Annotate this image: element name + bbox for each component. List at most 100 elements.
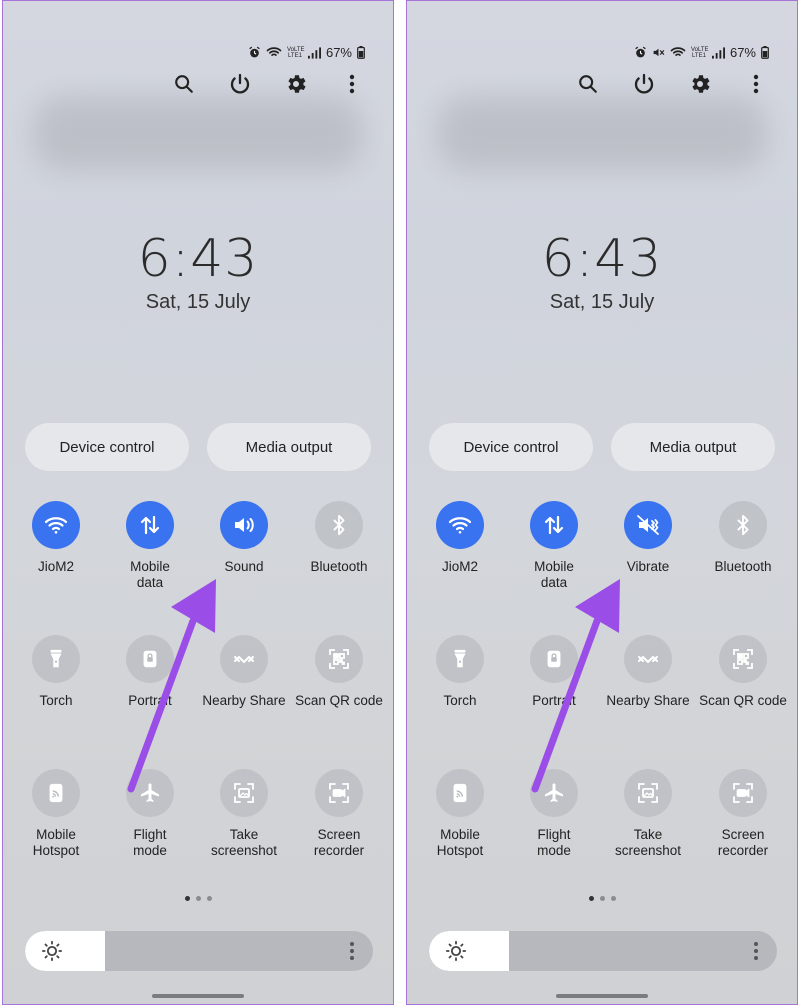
screenshot-icon: [232, 781, 256, 805]
tile-portrait[interactable]: Portrait: [103, 635, 197, 709]
tile-bluetooth[interactable]: Bluetooth: [696, 501, 790, 575]
status-bar: VoLTE LTE1 67%: [634, 45, 769, 60]
brightness-slider[interactable]: [25, 931, 373, 971]
tile-screenshot[interactable]: Take screenshot: [197, 769, 291, 859]
tile-screen-recorder-toggle[interactable]: [719, 769, 767, 817]
tile-mobile-data[interactable]: Mobile data: [507, 501, 601, 591]
media-output-button[interactable]: Media output: [611, 423, 775, 471]
tile-label: Take screenshot: [210, 827, 278, 858]
settings-button[interactable]: [283, 73, 309, 99]
more-options-button[interactable]: [339, 73, 365, 99]
tile-wifi[interactable]: JioM2: [9, 501, 103, 575]
battery-percent: 67%: [325, 45, 352, 60]
wifi-icon: [44, 513, 68, 537]
tile-vibrate-toggle[interactable]: [624, 501, 672, 549]
tile-screen-recorder-toggle[interactable]: [315, 769, 363, 817]
bluetooth-icon: [328, 514, 350, 536]
quick-panel-toolbar: [171, 73, 365, 99]
tile-label: Scan QR code: [295, 693, 383, 708]
tile-wifi[interactable]: JioM2: [413, 501, 507, 575]
brightness-more-button[interactable]: [753, 941, 759, 966]
hotspot-icon: [449, 782, 471, 804]
tile-label: Portrait: [532, 693, 576, 708]
screenshot-icon: [636, 781, 660, 805]
tile-screenshot-toggle[interactable]: [220, 769, 268, 817]
home-indicator[interactable]: [556, 994, 648, 998]
tile-qr[interactable]: Scan QR code: [696, 635, 790, 709]
tile-airplane[interactable]: Flight mode: [103, 769, 197, 859]
tile-airplane-toggle[interactable]: [126, 769, 174, 817]
wifi-icon: [448, 513, 472, 537]
volte-indicator: VoLTE LTE1: [690, 46, 709, 59]
device-control-button[interactable]: Device control: [25, 423, 189, 471]
more-vertical-icon: [752, 73, 760, 100]
power-button[interactable]: [227, 73, 253, 99]
tile-nearby-share[interactable]: Nearby Share: [601, 635, 695, 709]
tile-wifi-toggle[interactable]: [32, 501, 80, 549]
tile-portrait-toggle[interactable]: [530, 635, 578, 683]
tile-screenshot-toggle[interactable]: [624, 769, 672, 817]
tile-qr-toggle[interactable]: [315, 635, 363, 683]
tile-nearby-share-toggle[interactable]: [624, 635, 672, 683]
tile-label: Vibrate: [626, 559, 670, 574]
tile-bluetooth[interactable]: Bluetooth: [292, 501, 386, 575]
tile-hotspot[interactable]: Mobile Hotspot: [9, 769, 103, 859]
tile-mobile-data[interactable]: Mobile data: [103, 501, 197, 591]
sun-icon: [445, 940, 467, 962]
tile-bluetooth-toggle[interactable]: [315, 501, 363, 549]
tile-qr-toggle[interactable]: [719, 635, 767, 683]
brightness-fill: [429, 931, 509, 971]
tile-vibrate[interactable]: Vibrate: [601, 501, 695, 575]
hotspot-icon: [45, 782, 67, 804]
battery-percent: 67%: [729, 45, 756, 60]
tile-label: Portrait: [128, 693, 172, 708]
tile-label: Screen recorder: [717, 827, 769, 858]
tile-airplane[interactable]: Flight mode: [507, 769, 601, 859]
tile-label: Screen recorder: [313, 827, 365, 858]
settings-button[interactable]: [687, 73, 713, 99]
tile-torch-toggle[interactable]: [436, 635, 484, 683]
more-options-button[interactable]: [743, 73, 769, 99]
date: Sat, 15 July: [549, 291, 655, 313]
tile-portrait-toggle[interactable]: [126, 635, 174, 683]
page-indicator: [3, 896, 393, 901]
brightness-more-button[interactable]: [349, 941, 355, 966]
tile-screen-recorder[interactable]: Screen recorder: [292, 769, 386, 859]
tile-airplane-toggle[interactable]: [530, 769, 578, 817]
tile-nearby-share-toggle[interactable]: [220, 635, 268, 683]
battery-icon: [357, 46, 365, 59]
tile-label: Torch: [443, 693, 477, 708]
sun-icon: [41, 940, 63, 962]
tile-torch[interactable]: Torch: [9, 635, 103, 709]
search-button[interactable]: [171, 73, 197, 99]
qr-icon: [327, 647, 351, 671]
home-indicator[interactable]: [152, 994, 244, 998]
tile-hotspot-toggle[interactable]: [436, 769, 484, 817]
brightness-slider[interactable]: [429, 931, 777, 971]
torch-icon: [449, 648, 471, 670]
tile-sound[interactable]: Sound: [197, 501, 291, 575]
media-output-button[interactable]: Media output: [207, 423, 371, 471]
tile-torch[interactable]: Torch: [413, 635, 507, 709]
page-dot: [206, 896, 212, 901]
tile-mobile-data-toggle[interactable]: [530, 501, 578, 549]
tile-sound-toggle[interactable]: [220, 501, 268, 549]
tile-portrait[interactable]: Portrait: [507, 635, 601, 709]
power-button[interactable]: [631, 73, 657, 99]
tile-qr[interactable]: Scan QR code: [292, 635, 386, 709]
tile-torch-toggle[interactable]: [32, 635, 80, 683]
tile-nearby-share[interactable]: Nearby Share: [197, 635, 291, 709]
tile-label: Mobile Hotspot: [32, 827, 80, 858]
page-indicator: [407, 896, 797, 901]
tile-label: Bluetooth: [714, 559, 772, 574]
tile-screenshot[interactable]: Take screenshot: [601, 769, 695, 859]
tile-screen-recorder[interactable]: Screen recorder: [696, 769, 790, 859]
tile-wifi-toggle[interactable]: [436, 501, 484, 549]
device-control-button[interactable]: Device control: [429, 423, 593, 471]
tile-hotspot-toggle[interactable]: [32, 769, 80, 817]
tile-hotspot[interactable]: Mobile Hotspot: [413, 769, 507, 859]
search-button[interactable]: [575, 73, 601, 99]
tile-mobile-data-toggle[interactable]: [126, 501, 174, 549]
tile-bluetooth-toggle[interactable]: [719, 501, 767, 549]
nearby-share-icon: [636, 647, 660, 671]
